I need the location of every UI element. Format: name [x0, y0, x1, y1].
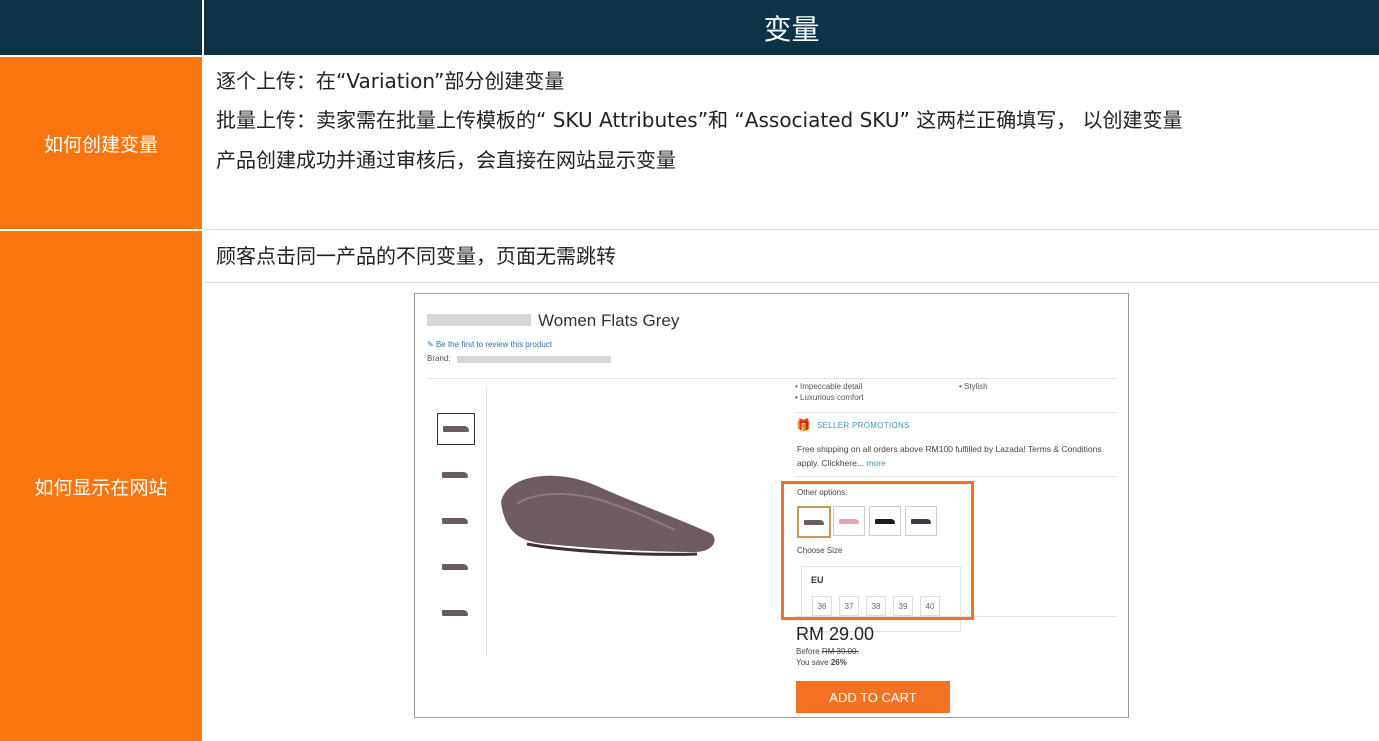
redacted-brand-name [457, 356, 611, 363]
save-percent: 26% [830, 658, 847, 667]
header-corner [0, 0, 202, 55]
row-divider [204, 282, 1379, 283]
promo-more-link[interactable]: more [866, 458, 885, 468]
shoe-thumb-icon [442, 610, 468, 616]
feature-item: • Impeccable detail [795, 382, 863, 391]
variant-highlight-box [781, 481, 974, 620]
pencil-icon: ✎ [427, 340, 436, 349]
review-link-text: Be the first to review this product [435, 340, 552, 349]
product-page-screenshot: Women Flats Grey ✎ Be the first to revie… [414, 293, 1129, 718]
gift-icon: 🎁 [796, 418, 811, 432]
main-product-image [501, 475, 715, 556]
display-line-1: 顾客点击同一产品的不同变量，页面无需跳转 [216, 244, 616, 268]
thumbnail[interactable] [437, 552, 473, 582]
add-to-cart-button[interactable]: ADD TO CART [796, 681, 950, 713]
brand-row: Brand: [427, 354, 451, 363]
shoe-thumb-icon [442, 518, 468, 524]
row-divider [204, 229, 1379, 230]
page-title: 变量 [204, 0, 1379, 55]
save-row: You save 26% [796, 658, 847, 667]
review-link[interactable]: ✎ Be the first to review this product [427, 340, 552, 349]
before-price: RM 39.00. [821, 647, 859, 656]
shoe-thumb-icon [443, 426, 469, 432]
shoe-thumb-icon [442, 472, 468, 478]
divider [795, 412, 1117, 413]
promo-text: Free shipping on all orders above RM100 … [797, 444, 1102, 468]
thumbnail[interactable] [437, 413, 475, 445]
create-line-1: 逐个上传：在“Variation”部分创建变量 [216, 69, 565, 93]
thumbnail[interactable] [437, 460, 473, 490]
brand-label: Brand: [427, 354, 451, 363]
create-line-3: 产品创建成功并通过审核后，会直接在网站显示变量 [216, 148, 676, 172]
row-label-display: 如何显示在网站 [0, 231, 202, 741]
slide: 变量 如何创建变量 如何显示在网站 逐个上传：在“Variation”部分创建变… [0, 0, 1379, 741]
create-line-2: 批量上传：卖家需在批量上传模板的“ SKU Attributes”和 “Asso… [216, 108, 1183, 132]
thumbnail[interactable] [437, 506, 473, 536]
product-title: Women Flats Grey [538, 311, 680, 330]
divider [427, 378, 1117, 379]
price: RM 29.00 [796, 624, 875, 644]
feature-item: • Luxurious comfort [795, 393, 864, 402]
feature-item: • Stylish [959, 382, 988, 391]
shoe-thumb-icon [442, 564, 468, 570]
before-price-row: Before RM 39.00. [796, 647, 859, 656]
divider [795, 476, 1117, 477]
row-label-create: 如何创建变量 [0, 57, 202, 229]
promo-title: SELLER PROMOTIONS [817, 421, 910, 430]
divider [486, 386, 487, 656]
redacted-brand-bar [427, 314, 531, 326]
thumbnail[interactable] [437, 598, 473, 628]
